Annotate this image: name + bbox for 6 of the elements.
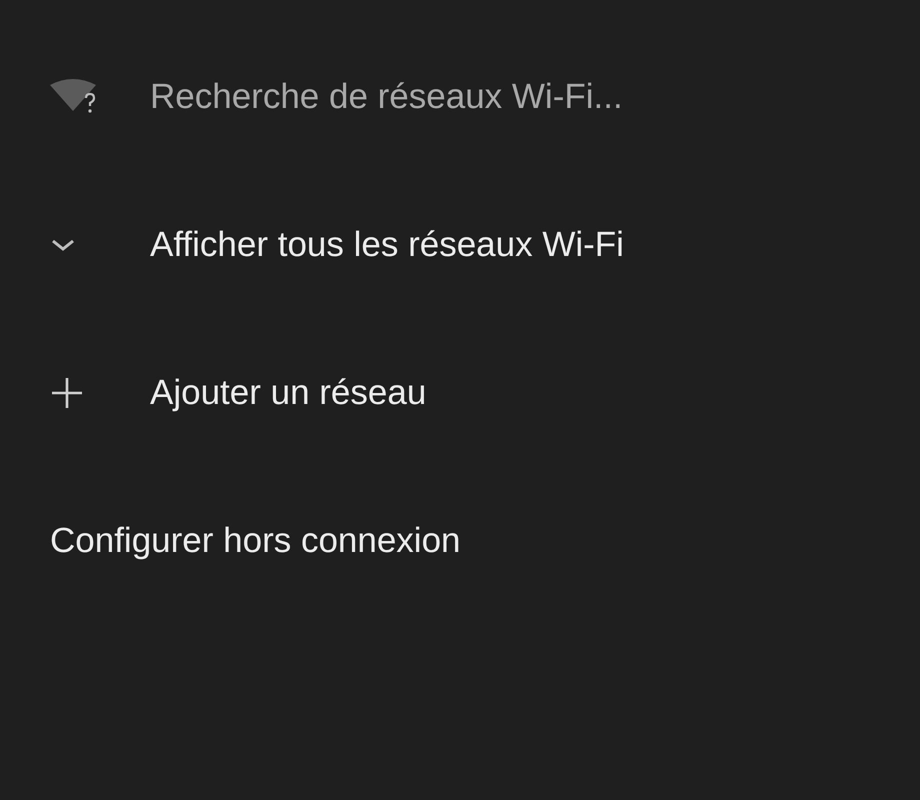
status-text: Recherche de réseaux Wi-Fi...	[150, 77, 623, 117]
plus-icon[interactable]	[50, 376, 84, 410]
chevron-down-icon[interactable]	[50, 237, 76, 253]
menu-item[interactable]: Afficher tous les réseaux Wi-Fi	[150, 225, 624, 265]
menu-item[interactable]: Ajouter un réseau	[150, 373, 426, 413]
menu-item[interactable]: Configurer hors connexion	[50, 521, 461, 561]
